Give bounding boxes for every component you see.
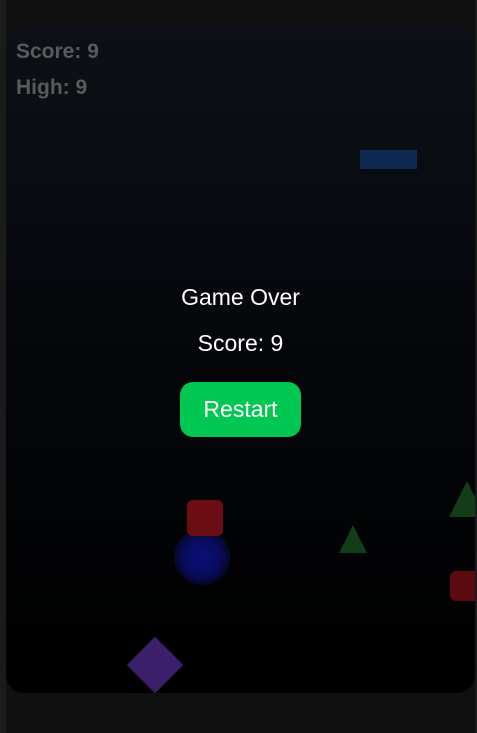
game-canvas[interactable]: Score: 9 High: 9 Game Over Score: 9 Rest… [6, 26, 475, 693]
page: Score: 9 High: 9 Game Over Score: 9 Rest… [0, 0, 477, 733]
game-over-title: Game Over [181, 284, 300, 310]
final-score: Score: 9 [197, 330, 284, 356]
restart-button[interactable]: Restart [180, 382, 301, 437]
game-over-overlay: Game Over Score: 9 Restart [6, 26, 475, 693]
